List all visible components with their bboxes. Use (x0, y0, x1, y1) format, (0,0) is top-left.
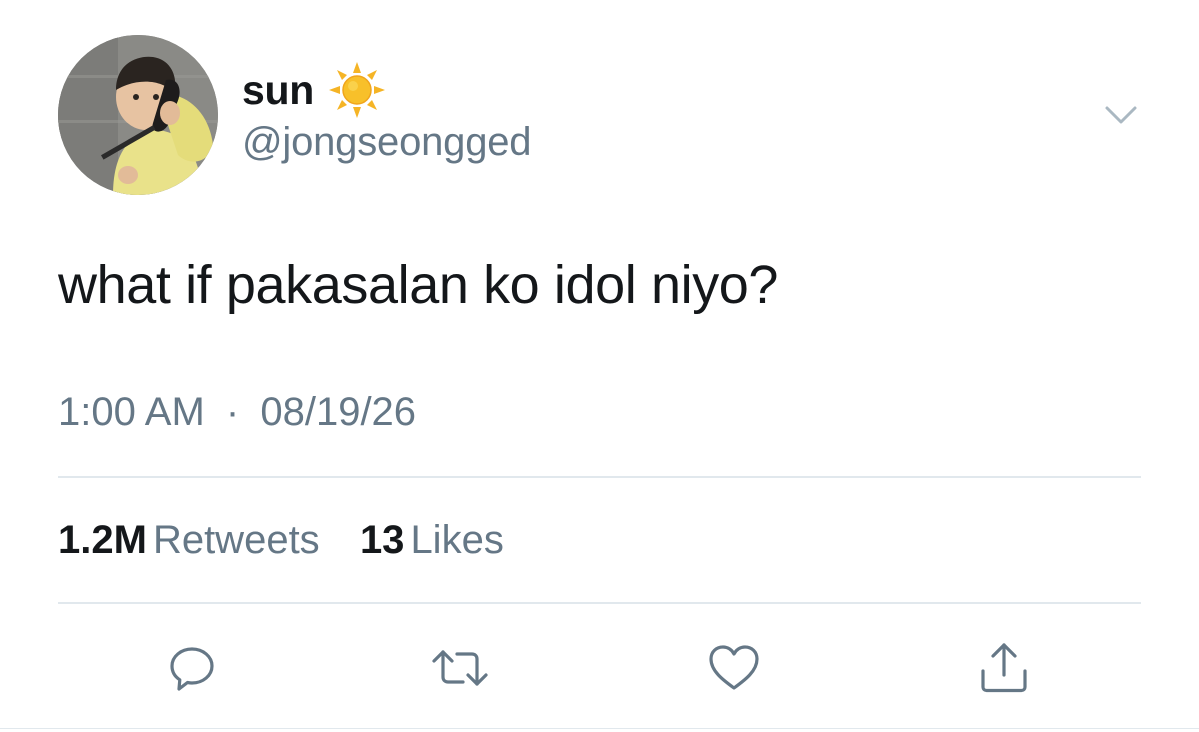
tweet-time: 1:00 AM (58, 390, 205, 434)
reply-button[interactable] (160, 636, 224, 700)
timestamp[interactable]: 1:00 AM · 08/19/26 (58, 390, 416, 435)
like-heart-icon (709, 645, 759, 690)
avatar[interactable] (58, 35, 218, 195)
chevron-down-icon[interactable] (1101, 100, 1141, 130)
retweet-icon (432, 650, 488, 686)
engagement-stats: 1.2M Retweets 13 Likes (58, 518, 504, 563)
likes-stat[interactable]: 13 Likes (360, 518, 504, 562)
retweet-button[interactable] (428, 636, 492, 700)
tweet-date: 08/19/26 (260, 390, 417, 434)
profile-photo-icon (58, 35, 218, 195)
tweet-detail-view: sun @jongseongged what if pakasalan ko i… (0, 0, 1199, 732)
tweet-text: what if pakasalan ko idol niyo? (58, 255, 779, 315)
display-name[interactable]: sun (242, 67, 314, 114)
divider-bottom (58, 602, 1141, 604)
display-name-row[interactable]: sun (242, 62, 386, 118)
share-button[interactable] (972, 636, 1036, 700)
user-handle[interactable]: @jongseongged (242, 120, 532, 165)
timestamp-separator: · (225, 390, 240, 434)
divider-top (58, 476, 1141, 478)
share-icon (981, 643, 1027, 693)
likes-count: 13 (359, 518, 405, 562)
bottom-border (0, 728, 1199, 729)
sun-emoji-icon (329, 62, 385, 118)
retweets-count: 1.2M (58, 518, 147, 562)
retweets-stat[interactable]: 1.2M Retweets (58, 518, 331, 562)
reply-icon (170, 647, 214, 691)
likes-label: Likes (410, 518, 504, 562)
retweets-label: Retweets (152, 518, 320, 562)
like-button[interactable] (702, 636, 766, 700)
